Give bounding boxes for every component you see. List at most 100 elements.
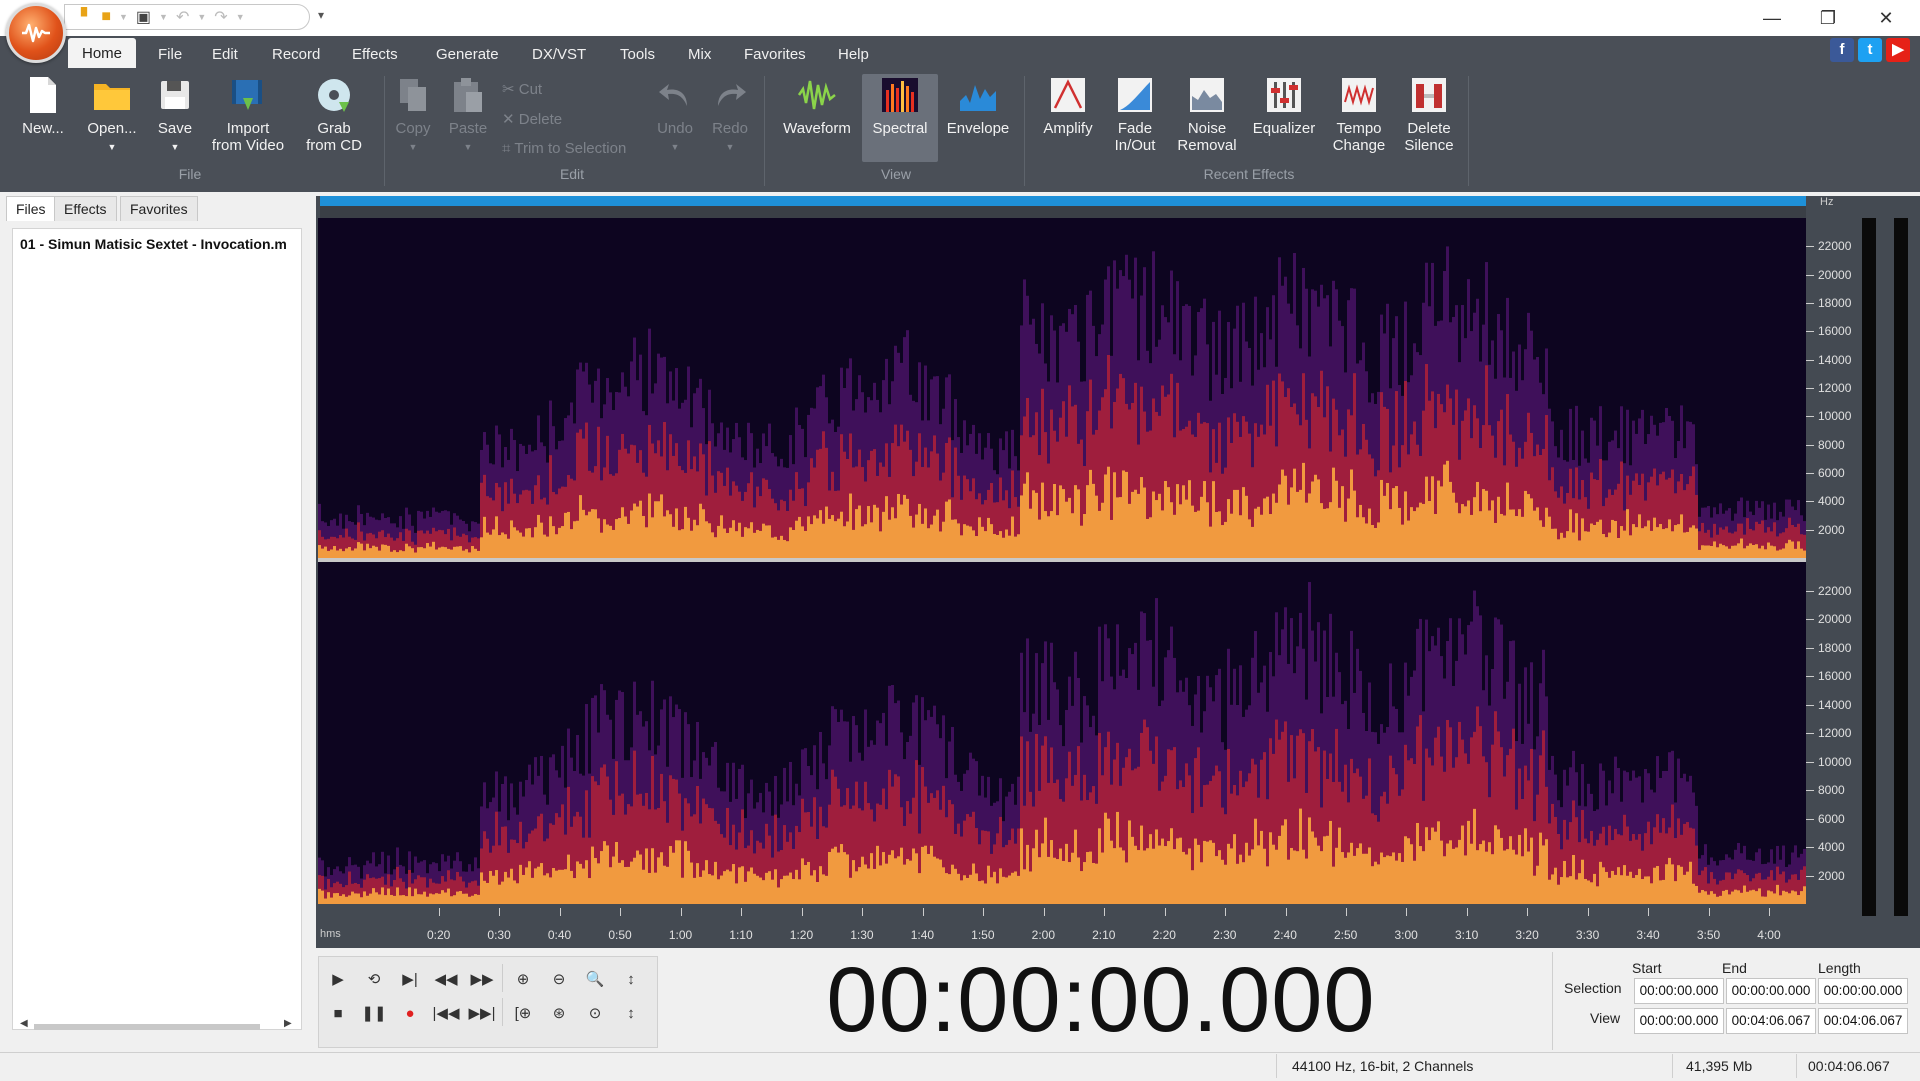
equalizer-button[interactable]: Equalizer [1248, 74, 1320, 137]
play-to-end-icon[interactable]: ▶| [394, 964, 426, 994]
new-button[interactable]: New... [14, 74, 72, 137]
copy-button[interactable]: Copy ▼ [390, 74, 436, 156]
tab-files[interactable]: Files [6, 196, 56, 221]
cut-button[interactable]: ✂ Cut [502, 80, 542, 98]
record-icon[interactable]: ● [394, 998, 426, 1028]
twitter-icon[interactable]: t [1858, 38, 1882, 62]
spectrum-band [1413, 511, 1416, 558]
zoom-vertical-in-icon[interactable]: ↕ [615, 964, 647, 994]
spectrum-band [522, 874, 525, 904]
import-from-video-button[interactable]: Import from Video [206, 74, 290, 154]
selection-start-field[interactable]: 00:00:00.000 [1634, 978, 1724, 1004]
view-start-field[interactable]: 00:00:00.000 [1634, 1008, 1724, 1034]
scroll-right-icon[interactable]: ▶ [284, 1018, 292, 1029]
selection-length-field[interactable]: 00:00:00.000 [1818, 978, 1908, 1004]
menu-edit[interactable]: Edit [198, 36, 252, 68]
tab-favorites[interactable]: Favorites [120, 196, 198, 221]
trim-to-selection-button[interactable]: ⌗ Trim to Selection [502, 140, 626, 157]
zoom-100-icon[interactable]: 🔍 [579, 964, 611, 994]
facebook-icon[interactable]: f [1830, 38, 1854, 62]
minimize-icon[interactable]: — [1752, 6, 1792, 30]
menu-tools[interactable]: Tools [606, 36, 669, 68]
undo-button[interactable]: Undo ▼ [652, 74, 698, 156]
view-length-field[interactable]: 00:04:06.067 [1818, 1008, 1908, 1034]
envelope-view-button[interactable]: Envelope [942, 74, 1014, 137]
play-icon[interactable]: ▶ [322, 964, 354, 994]
paste-button[interactable]: Paste ▼ [444, 74, 492, 156]
horizontal-scrollbar[interactable]: ◀ ▶ [20, 1018, 292, 1034]
menu-file[interactable]: File [144, 36, 196, 68]
spectrum-band [1458, 513, 1461, 558]
spectrum-band [1413, 860, 1416, 904]
spectrum-band [1344, 857, 1347, 904]
menu-record[interactable]: Record [258, 36, 334, 68]
spectrum-band [375, 892, 378, 904]
grab-from-cd-button[interactable]: Grab from CD [296, 74, 372, 154]
zoom-vertical-out-icon[interactable]: ↕ [615, 998, 647, 1028]
customize-toolbar-icon[interactable]: ▾ [318, 8, 324, 22]
menu-mix[interactable]: Mix [674, 36, 725, 68]
tempo-change-button[interactable]: Tempo Change [1326, 74, 1392, 154]
zoom-in-icon[interactable]: ⊕ [507, 964, 539, 994]
close-icon[interactable]: ✕ [1866, 6, 1906, 30]
zoom-full-icon[interactable]: ⊙ [579, 998, 611, 1028]
menu-home[interactable]: Home [68, 38, 137, 68]
spectral-view-button[interactable]: Spectral [862, 74, 938, 162]
noise-removal-button[interactable]: Noise Removal [1170, 74, 1244, 154]
loop-icon[interactable]: ⟲ [358, 964, 390, 994]
delete-silence-button[interactable]: Delete Silence [1396, 74, 1462, 154]
spectrum-band [543, 875, 546, 904]
spectrum-band [1098, 828, 1101, 904]
spectrum-band [447, 548, 450, 558]
rewind-icon[interactable]: ◀◀ [430, 964, 462, 994]
go-to-start-icon[interactable]: |◀◀ [430, 998, 462, 1028]
status-separator [1796, 1054, 1797, 1078]
spectrum-band [1422, 851, 1425, 904]
menu-generate[interactable]: Generate [422, 36, 513, 68]
fade-in-out-button[interactable]: Fade In/Out [1104, 74, 1166, 154]
hz-tick-mark [1806, 676, 1814, 677]
go-to-end-icon[interactable]: ▶▶| [466, 998, 498, 1028]
app-logo-icon[interactable] [6, 3, 66, 63]
selection-end-field[interactable]: 00:00:00.000 [1726, 978, 1816, 1004]
zoom-selection-icon[interactable]: [⊕ [507, 998, 539, 1028]
menu-favorites[interactable]: Favorites [730, 36, 820, 68]
waveform-view-button[interactable]: Waveform [776, 74, 858, 137]
overview-scrollbar[interactable] [320, 196, 1806, 206]
zoom-all-icon[interactable]: ⊛ [543, 998, 575, 1028]
restore-icon[interactable]: ❐ [1808, 6, 1848, 30]
spectrum-band [756, 529, 759, 558]
view-end-field[interactable]: 00:04:06.067 [1726, 1008, 1816, 1034]
save-button[interactable]: Save ▼ [152, 74, 198, 156]
pause-icon[interactable]: ❚❚ [358, 998, 390, 1028]
menu-effects[interactable]: Effects [338, 36, 412, 68]
new-file-icon[interactable]: ▘ [81, 7, 93, 27]
youtube-icon[interactable]: ▶ [1886, 38, 1910, 62]
spectrum-band [690, 530, 693, 558]
time-display: 00:00:00.000 [826, 949, 1376, 1051]
spectrogram-channel-left[interactable] [318, 218, 1806, 558]
list-item[interactable]: 01 - Simun Matisic Sextet - Invocation.m [20, 236, 298, 252]
spectrum-band [909, 860, 912, 904]
open-button[interactable]: Open... ▼ [80, 74, 144, 156]
delete-button[interactable]: ✕ Delete [502, 110, 562, 128]
menu-help[interactable]: Help [824, 36, 883, 68]
spectrum-band [1221, 525, 1224, 558]
dropdown-icon[interactable]: ▼ [159, 12, 168, 22]
stop-icon[interactable]: ■ [322, 998, 354, 1028]
spectrogram-channel-right[interactable] [318, 562, 1806, 904]
tab-effects[interactable]: Effects [54, 196, 117, 221]
zoom-out-icon[interactable]: ⊖ [543, 964, 575, 994]
fast-forward-icon[interactable]: ▶▶ [466, 964, 498, 994]
scroll-thumb[interactable] [34, 1024, 260, 1030]
spectrum-band [576, 520, 579, 558]
save-icon[interactable]: ▣ [136, 7, 151, 27]
spectrum-band [870, 853, 873, 904]
overview-track[interactable] [320, 206, 1806, 218]
menu-dxvst[interactable]: DX/VST [518, 36, 600, 68]
open-folder-icon[interactable]: ■ [101, 8, 111, 26]
amplify-button[interactable]: Amplify [1036, 74, 1100, 137]
scroll-left-icon[interactable]: ◀ [20, 1018, 28, 1029]
dropdown-icon[interactable]: ▼ [119, 12, 128, 22]
redo-button[interactable]: Redo ▼ [706, 74, 754, 156]
